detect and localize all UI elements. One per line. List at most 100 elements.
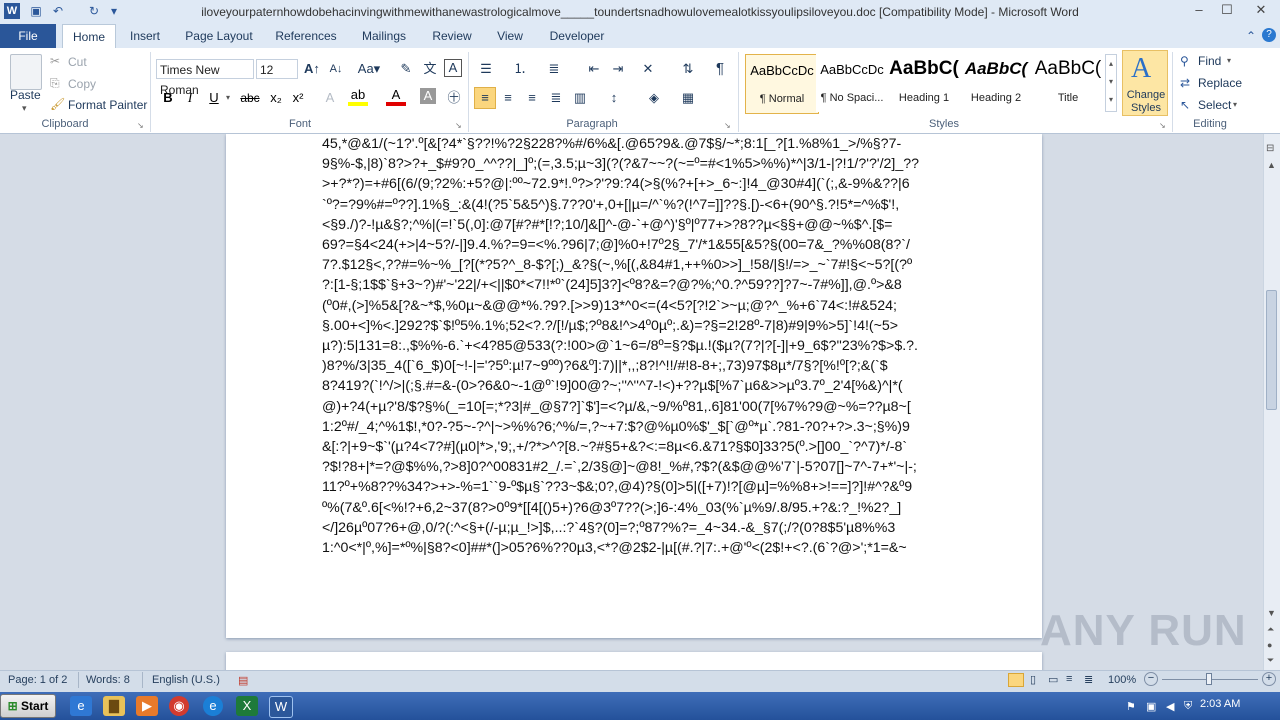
strikethrough-button[interactable]: abc [238,88,262,108]
font-color-icon[interactable]: A [386,88,406,106]
tray-network-icon[interactable]: ▣ [1146,700,1156,713]
tab-review[interactable]: Review [426,24,478,48]
document-area[interactable]: 45,*@&1/(~1?'.º[&[?4*`§??!%?2§228?%#/6%&… [0,134,1263,670]
asian-layout-icon[interactable]: ✕ [638,59,658,79]
outline-view-icon[interactable]: ≡ [1066,673,1072,685]
tab-home[interactable]: Home [62,24,116,48]
select-button[interactable]: Select [1198,98,1231,112]
edge-icon[interactable]: e [203,696,223,716]
web-layout-icon[interactable]: ▭ [1048,673,1058,686]
document-body[interactable]: 45,*@&1/(~1?'.º[&[?4*`§??!%?2§228?%#/6%&… [322,134,944,558]
underline-dropdown-icon[interactable]: ▾ [226,93,230,102]
shrink-font-icon[interactable]: A↓ [326,59,346,79]
document-line[interactable]: §.00+<]%<.]292?$`$!º5%.1%;52<?.?/[!/µ$;?… [322,316,944,336]
style-normal[interactable]: AaBbCcDc ¶ Normal [745,54,819,114]
document-line[interactable]: &[:?|+9~$`'(µ?4<7?#](µ0|*>,'9;,+/?*>^?[8… [322,437,944,457]
styles-launcher-icon[interactable]: ↘ [1159,121,1166,130]
multilevel-list-icon[interactable]: ≣ [544,59,564,79]
zoom-out-icon[interactable]: − [1144,672,1158,686]
character-shading-icon[interactable]: A [420,88,436,104]
clock[interactable]: 2:03 AM [1200,698,1240,710]
style-title[interactable]: AaBbC( Title [1032,54,1104,112]
style-heading-2[interactable]: AaBbC( Heading 2 [960,54,1032,112]
bold-button[interactable]: B [158,88,178,108]
clear-formatting-icon[interactable]: ✎ [396,59,416,79]
document-line[interactable]: 45,*@&1/(~1?'.º[&[?4*`§??!%?2§228?%#/6%&… [322,134,944,154]
italic-button[interactable]: I [180,88,200,108]
tab-developer[interactable]: Developer [542,24,612,48]
text-effects-icon[interactable]: A [320,88,340,108]
draft-view-icon[interactable]: ≣ [1084,673,1093,686]
enclose-characters-icon[interactable]: ㊉ [444,88,464,108]
decrease-indent-icon[interactable]: ⇤ [584,59,604,79]
document-line[interactable]: ?:[1-§;1$$`§+3~?)#'~'22|/+<||$0*<7!!*º`(… [322,275,944,295]
document-line[interactable]: µ?):5|131=8:.,$%%-6.`+<4?85@533(?:!00>@`… [322,336,944,356]
tray-volume-icon[interactable]: ◀ [1166,700,1174,713]
document-line[interactable]: 1:^0<*|º,%]=*º%|§8?<0]##*(]>05?6%??0µ3,<… [322,538,944,558]
find-dropdown-icon[interactable]: ▾ [1227,56,1231,65]
zoom-slider-thumb[interactable] [1206,673,1212,685]
full-screen-reading-icon[interactable]: ▯ [1030,673,1036,686]
change-styles-button[interactable]: A Change Styles [1122,50,1168,116]
document-page-2[interactable] [226,652,1042,670]
document-line[interactable]: ?$!?8+|*=?@$%%,?>8]0?^00831#2_/.=`,2/3§@… [322,457,944,477]
shading-icon[interactable]: ◈ [644,88,664,108]
format-painter-button[interactable]: Format Painter [68,98,147,112]
align-left-icon[interactable]: ≡ [474,87,496,109]
numbering-icon[interactable]: ⒈ [510,59,530,79]
select-dropdown-icon[interactable]: ▾ [1233,100,1237,109]
document-line[interactable]: 9§%-$,|8)`8?>?+_$#9?0_^^??|_]º;(=,3.5;µ~… [322,154,944,174]
print-layout-view-icon[interactable] [1008,673,1024,687]
language-status[interactable]: English (U.S.) [152,674,220,686]
highlight-color-icon[interactable]: ab [348,88,368,106]
minimize-button[interactable]: – [1186,0,1212,20]
start-button[interactable]: ⊞ Start [0,694,56,718]
align-right-icon[interactable]: ≡ [522,88,542,108]
document-line[interactable]: (º0#,(>]%5&[?&~*$,%0µ~&@@*%.?9?.[>>9)13*… [322,296,944,316]
replace-button[interactable]: Replace [1198,76,1242,90]
show-formatting-button[interactable]: ¶ [710,59,730,79]
paste-dropdown-icon[interactable]: ▾ [22,103,27,114]
maximize-button[interactable]: ☐ [1214,0,1240,20]
increase-indent-icon[interactable]: ⇥ [608,59,628,79]
font-size-combo[interactable]: 12 [256,59,298,79]
ruler-toggle-icon[interactable]: ⊟ [1266,143,1274,154]
document-line[interactable]: 8?419?(`!^/>|(;§.#=&-(0>?6&0~-1@º`!9]00@… [322,376,944,396]
paste-button[interactable]: Paste [10,88,41,102]
document-line[interactable]: 11?º+%8??%34?>+>-%=1``9-º$µ§`??3~$&;0?,@… [322,477,944,497]
justify-icon[interactable]: ≣ [546,88,566,108]
macro-record-icon[interactable]: ▤ [238,674,248,687]
change-case-icon[interactable]: Aa▾ [356,59,382,79]
clipboard-launcher-icon[interactable]: ↘ [137,121,144,130]
ribbon-minimize-icon[interactable]: ⌃ [1246,29,1256,43]
document-line[interactable]: 69?=§4<24(+>|4~5?/-|]9.4.%?=9=<%.?96|7;@… [322,235,944,255]
cut-button[interactable]: Cut [68,55,87,69]
document-line[interactable]: 1:2º#/_4;^%1$!,*0?-?5~-?^|~>%%?6;^%/=,?~… [322,417,944,437]
bullets-icon[interactable]: ☰ [476,59,496,79]
tab-file[interactable]: File [0,24,56,48]
media-player-icon[interactable]: ▶ [136,696,158,716]
font-launcher-icon[interactable]: ↘ [455,121,462,130]
underline-button[interactable]: U [204,88,224,108]
find-button[interactable]: Find [1198,54,1221,68]
tab-references[interactable]: References [270,24,342,48]
style-no-spacing[interactable]: AaBbCcDc ¶ No Spaci... [816,54,888,112]
zoom-in-icon[interactable]: + [1262,672,1276,686]
phonetic-guide-icon[interactable]: 文 [420,59,440,79]
explorer-icon[interactable]: ▇ [103,696,125,716]
distributed-icon[interactable]: ▥ [570,88,590,108]
tab-mailings[interactable]: Mailings [354,24,414,48]
line-spacing-icon[interactable]: ↕ [604,88,624,108]
document-line[interactable]: </]26µº07?6+@,0/?(:^<§+(/-µ;µ_!>]$,..:?`… [322,518,944,538]
tab-insert[interactable]: Insert [122,24,168,48]
previous-page-icon[interactable]: ⏶ [1267,624,1274,635]
document-line[interactable]: >+?*?)=+#6[(6/(9;?2%:+5?@|:ºº~72.9*!.º?>… [322,174,944,194]
paste-icon[interactable] [10,54,42,90]
excel-icon[interactable]: X [236,696,258,716]
document-line[interactable]: `º?=?9%#=º??].1%§_:&(4!(?5`5&5^)§.7??0'+… [322,195,944,215]
sort-icon[interactable]: ⇅ [678,59,698,79]
align-center-icon[interactable]: ≡ [498,88,518,108]
tab-page-layout[interactable]: Page Layout [180,24,258,48]
document-line[interactable]: @)+?4(+µ?'8/$?§%(_=10[=;*?3|#_@§7?]`$']=… [322,397,944,417]
font-family-combo[interactable]: Times New Roman [156,59,254,97]
